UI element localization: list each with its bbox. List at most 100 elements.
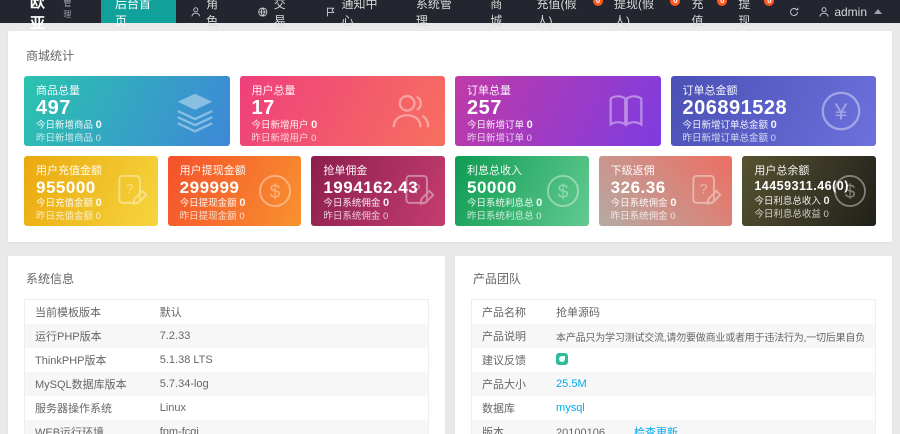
stat-subline: 昨日系统利息总 0	[467, 211, 542, 222]
table-row: 建议反馈	[472, 348, 876, 372]
users-icon	[392, 94, 430, 128]
stat-card-user-recharge: 用户充值金额 955000 今日充值金额 0 昨日充值金额 0 ?	[24, 156, 158, 226]
edit-note-icon: ?	[692, 175, 722, 205]
refresh-button[interactable]	[776, 6, 812, 18]
stat-card-users-total: 用户总量 17 今日新增用户 0 昨日新增用户 0	[239, 76, 445, 146]
shortcut-withdraw[interactable]: 提现 0	[729, 0, 776, 29]
svg-text:?: ?	[125, 181, 133, 197]
table-row: 数据库 mysql	[482, 402, 585, 415]
main-menu: 后台首页 角色 交易 通知中心 系统管理 商城	[101, 0, 528, 28]
shortcut-label: 充值	[691, 0, 704, 28]
stat-card-sub-rebate: 下级返佣 326.36 今日系统佣金 0 昨日系统佣金 0 ?	[598, 156, 733, 226]
shortcut-recharge-fake[interactable]: 充值(假人) 0	[528, 0, 605, 29]
product-size-link[interactable]: 25.5M	[556, 378, 587, 390]
stat-card-orders-amount: 订单总金额 206891528 今日新增订单总金额 0 昨日新增订单总金额 0 …	[670, 76, 876, 146]
stat-card-interest-income: 利息总收入 50000 今日系统利息总 0 昨日系统利息总 0 $	[455, 156, 589, 226]
shortcut-label: 提现(假人)	[614, 0, 655, 28]
yen-icon: ¥	[821, 91, 861, 131]
stats-panel-title: 商城统计	[26, 49, 75, 63]
check-update-link[interactable]: 检查更新	[634, 427, 678, 434]
chevron-up-icon	[874, 9, 883, 14]
stat-subline: 昨日充值金额 0	[36, 211, 101, 222]
feedback-chat-icon[interactable]	[556, 352, 569, 365]
system-info-title: 系统信息	[26, 272, 75, 286]
badge-count: 0	[593, 0, 604, 6]
table-row: WEB运行环境 fpm-fcgi	[24, 420, 429, 434]
flag-icon	[326, 7, 335, 16]
table-row: 产品名称 抢单源码	[482, 307, 601, 319]
table-row: 产品说明 本产品只为学习测试交流,请勿要做商业或者用于违法行为,一切后果自负	[471, 324, 876, 348]
product-info-table: 产品名称 抢单源码 产品说明 本产品只为学习测试交流,请勿要做商业或者用于违法行…	[471, 299, 876, 434]
stat-card-user-balance: 用户总余额 14459311.46(0) 今日利息总收入 0 今日利息总收益 0…	[742, 156, 876, 226]
badge-count: 0	[670, 0, 681, 6]
svg-text:?: ?	[413, 181, 421, 197]
menu-item-label: 通知中心	[341, 0, 378, 28]
menu-item-label: 后台首页	[115, 0, 152, 28]
database-link[interactable]: mysql	[556, 402, 585, 414]
stat-card-orders-total: 订单总量 257 今日新增订单 0 昨日新增订单 0	[455, 76, 661, 146]
user-dropdown[interactable]: admin	[812, 5, 888, 19]
stat-card-user-withdraw: 用户提现金额 299999 今日提现金额 0 昨日提现金额 0 $	[167, 156, 302, 226]
globe-icon	[258, 6, 268, 17]
svg-text:¥: ¥	[834, 99, 848, 125]
table-row: 运行PHP版本 7.2.33	[24, 324, 429, 348]
stats-row-2: 用户充值金额 955000 今日充值金额 0 昨日充值金额 0 ? 用户提现金额…	[24, 156, 876, 226]
menu-item-home[interactable]: 后台首页	[101, 0, 176, 28]
product-info-title: 产品团队	[473, 272, 522, 286]
dollar-icon: $	[259, 175, 292, 207]
menu-item-trade[interactable]: 交易	[243, 0, 311, 28]
stat-card-order-commission: 抢单佣金 1994162.43 今日系统佣金 0 昨日系统佣金 0 ?	[311, 156, 445, 226]
shortcut-label: 充值(假人)	[536, 0, 577, 28]
shortcut-label: 提现	[738, 0, 751, 28]
menu-item-mall[interactable]: 商城	[476, 0, 527, 28]
menu-item-label: 角色	[206, 0, 219, 28]
system-info-panel: 系统信息 当前模板版本 默认 运行PHP版本 7.2.33 ThinkPHP版本 5.…	[8, 256, 445, 434]
product-info-panel: 产品团队 产品名称 抢单源码 产品说明 本产品只为学习测试交流,请勿要做商业或者…	[455, 256, 892, 434]
svg-text:$: $	[270, 182, 281, 203]
table-row: ThinkPHP版本 5.1.38 LTS	[35, 354, 213, 367]
svg-text:$: $	[845, 182, 856, 203]
menu-item-label: 交易	[273, 0, 286, 28]
svg-text:?: ?	[700, 181, 708, 197]
menu-item-roles[interactable]: 角色	[176, 0, 244, 28]
logo-text: 欧亚	[30, 0, 47, 32]
user-icon	[190, 6, 200, 16]
user-icon	[819, 6, 829, 17]
dollar-icon: $	[834, 175, 866, 207]
stat-card-goods-total: 商品总量 497 今日新增商品 0 昨日新增商品 0	[24, 76, 230, 146]
logo-sup-text: 管理	[63, 0, 72, 19]
dollar-icon: $	[546, 175, 579, 207]
table-row: MySQL数据库版本 5.7.34-log	[24, 372, 429, 396]
system-info-table: 当前模板版本 默认 运行PHP版本 7.2.33 ThinkPHP版本 5.1.38 …	[24, 299, 429, 434]
stat-subline: 昨日系统佣金 0	[610, 211, 676, 222]
layers-icon	[176, 93, 213, 133]
table-row: 版本 20100106 检查更新	[471, 420, 876, 434]
mall-stats-panel: 商城统计 商品总量 497 今日新增商品 0 昨日新增商品 0 用户总量 17 …	[8, 31, 892, 242]
book-icon	[609, 95, 642, 127]
menu-item-system[interactable]: 系统管理	[402, 0, 476, 28]
shortcut-withdraw-fake[interactable]: 提现(假人) 0	[605, 0, 682, 29]
username: admin	[834, 4, 868, 19]
menu-item-notice-center[interactable]: 通知中心	[311, 0, 402, 28]
svg-text:$: $	[557, 182, 568, 203]
refresh-icon	[790, 7, 799, 16]
table-row: 当前模板版本 默认	[35, 307, 182, 319]
table-row: 产品大小 25.5M	[471, 372, 876, 396]
stat-subline: 昨日系统佣金 0	[323, 211, 389, 222]
page-content: 商城统计 商品总量 497 今日新增商品 0 昨日新增商品 0 用户总量 17 …	[0, 23, 900, 434]
table-row: 服务器操作系统 Linux	[35, 402, 187, 415]
shortcut-recharge[interactable]: 充值 0	[682, 0, 729, 29]
navbar-right: 充值(假人) 0 提现(假人) 0 充值 0 提现 0 admin	[528, 0, 900, 28]
version-value: 20100106	[556, 427, 605, 434]
stats-row-1: 商品总量 497 今日新增商品 0 昨日新增商品 0 用户总量 17 今日新增用…	[24, 76, 876, 146]
edit-note-icon: ?	[118, 175, 148, 205]
menu-item-label: 商城	[490, 0, 503, 28]
badge-count: 0	[717, 0, 728, 6]
edit-note-icon: ?	[405, 175, 435, 205]
badge-count: 0	[764, 0, 775, 6]
stat-subline: 昨日提现金额 0	[179, 211, 245, 222]
top-navbar: 欧亚 管理 后台首页 角色 交易 通知中心 系统管理 商城 充值(假人) 0 提…	[0, 0, 900, 32]
bottom-section: 系统信息 当前模板版本 默认 运行PHP版本 7.2.33 ThinkPHP版本 5.…	[8, 256, 892, 434]
app-logo[interactable]: 欧亚 管理	[0, 0, 101, 32]
menu-item-label: 系统管理	[415, 0, 452, 28]
